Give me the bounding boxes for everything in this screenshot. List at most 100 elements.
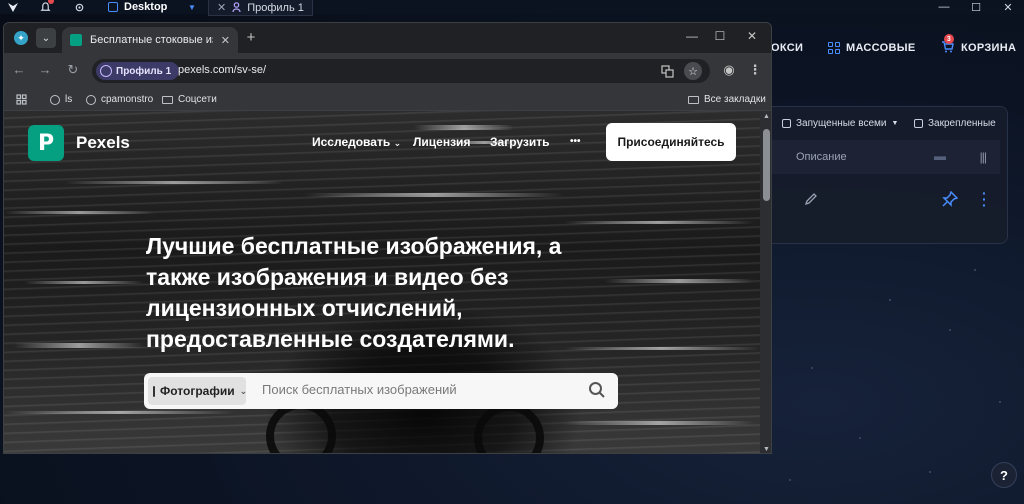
apps-grid-icon[interactable] bbox=[16, 94, 27, 105]
workspace-dropdown-icon[interactable]: ▼ bbox=[188, 0, 196, 14]
scrollbar-thumb[interactable] bbox=[763, 129, 770, 201]
filter-pinned-label: Закрепленные bbox=[928, 118, 996, 129]
decorative-streak bbox=[604, 279, 754, 283]
image-icon bbox=[153, 385, 155, 397]
pencil-icon[interactable] bbox=[804, 192, 818, 209]
decorative-streak bbox=[564, 421, 754, 425]
search-bar: Фотографии ⌄ bbox=[144, 373, 618, 409]
nav-license[interactable]: Лицензия bbox=[413, 135, 470, 149]
column-description-header: Описание bbox=[796, 151, 847, 163]
reload-button[interactable]: ↻ bbox=[64, 62, 82, 78]
globe-icon bbox=[50, 94, 60, 105]
cart-icon: 3 bbox=[941, 34, 955, 55]
all-bookmarks[interactable]: Все закладки bbox=[688, 94, 766, 105]
folder-icon bbox=[162, 95, 173, 104]
minimize-button[interactable]: — bbox=[928, 0, 960, 14]
desktop-icon bbox=[108, 2, 118, 12]
address-bar[interactable]: Профиль 1 pexels.com/sv-se/ ☆ bbox=[92, 59, 710, 83]
checkbox-icon[interactable] bbox=[782, 119, 791, 128]
forward-button[interactable]: → bbox=[36, 62, 54, 77]
workspace-label: Desktop bbox=[124, 1, 168, 13]
filter-pinned[interactable]: Закрепленные bbox=[914, 118, 996, 129]
nav-cart[interactable]: 3 КОРЗИНА bbox=[941, 34, 1017, 58]
kebab-icon[interactable]: · · · bbox=[982, 186, 987, 212]
bookmark-folder-social[interactable]: Соцсети bbox=[162, 94, 217, 105]
profile-window-tab[interactable]: ✕ Профиль 1 bbox=[208, 0, 313, 16]
account-icon[interactable]: ◉ bbox=[720, 62, 738, 78]
nav-bulk-label: МАССОВЫЕ bbox=[846, 42, 916, 54]
translate-icon[interactable] bbox=[658, 62, 676, 80]
hero-heading: Лучшие бесплатные изображения, а также и… bbox=[146, 233, 562, 352]
tab-title: Бесплатные стоковые изображения bbox=[90, 34, 213, 46]
checkbox-icon[interactable] bbox=[914, 119, 923, 128]
app-logo-icon[interactable] bbox=[6, 0, 20, 14]
notification-dot bbox=[48, 0, 54, 4]
url-text[interactable]: pexels.com/sv-se/ bbox=[178, 64, 266, 76]
tab-pexels[interactable]: Бесплатные стоковые изображения ✕ bbox=[62, 27, 238, 53]
browser-close-button[interactable]: ✕ bbox=[742, 29, 762, 43]
grid-icon bbox=[828, 42, 840, 54]
columns-icon[interactable]: ||| bbox=[980, 150, 987, 164]
star-icon[interactable]: ☆ bbox=[684, 62, 702, 80]
os-taskbar: Desktop ▼ ✕ Профиль 1 — ☐ ✕ bbox=[0, 0, 1024, 16]
workspace-switcher[interactable]: Desktop bbox=[108, 0, 167, 14]
folder-icon bbox=[688, 95, 699, 104]
search-icon[interactable] bbox=[588, 381, 606, 399]
browser-minimize-button[interactable]: — bbox=[682, 29, 702, 43]
table-header: Описание ▬ ||| bbox=[768, 140, 1000, 174]
bookmark-ls-label: ls bbox=[65, 94, 73, 105]
chevron-down-icon: ▼ bbox=[891, 120, 899, 127]
pexels-brand-name[interactable]: Pexels bbox=[76, 133, 130, 153]
nav-explore-label: Исследовать bbox=[312, 135, 391, 149]
join-button[interactable]: Присоединяйтесь bbox=[606, 123, 736, 161]
tab-search-button[interactable]: ⌄ bbox=[36, 28, 56, 48]
nav-cart-label: КОРЗИНА bbox=[961, 42, 1017, 54]
tab-close-icon[interactable]: ✕ bbox=[221, 34, 230, 47]
new-tab-button[interactable]: + bbox=[242, 29, 260, 46]
profile-tab-label: Профиль 1 bbox=[247, 1, 304, 14]
maximize-button[interactable]: ☐ bbox=[960, 0, 992, 14]
search-input[interactable] bbox=[262, 382, 582, 397]
page-scrollbar[interactable]: ▲ ▼ bbox=[760, 111, 771, 453]
decorative-streak bbox=[4, 411, 234, 414]
help-button[interactable]: ? bbox=[991, 462, 1017, 488]
scroll-up-icon[interactable]: ▲ bbox=[763, 113, 770, 120]
browser-menu-icon[interactable]: ⋮ bbox=[746, 62, 764, 78]
filter-running-all[interactable]: Запущенные всеми ▼ bbox=[782, 118, 898, 129]
search-type-select[interactable]: Фотографии ⌄ bbox=[148, 377, 248, 405]
more-menu-icon[interactable]: ••• bbox=[570, 136, 581, 147]
close-icon[interactable]: ✕ bbox=[217, 1, 226, 14]
browser-maximize-button[interactable]: ☐ bbox=[710, 29, 730, 43]
close-button[interactable]: ✕ bbox=[992, 0, 1024, 14]
browser-window: ✦ ⌄ Бесплатные стоковые изображения ✕ + … bbox=[3, 22, 772, 454]
gear-icon[interactable] bbox=[72, 0, 86, 14]
nav-upload[interactable]: Загрузить bbox=[490, 135, 549, 149]
decorative-streak bbox=[14, 343, 144, 348]
bookmark-ls[interactable]: ls bbox=[50, 94, 72, 105]
profile-chip[interactable]: Профиль 1 bbox=[96, 62, 180, 80]
search-type-label: Фотографии bbox=[160, 384, 235, 398]
back-button[interactable]: ← bbox=[10, 62, 28, 77]
nav-proxies[interactable]: ОКСИ bbox=[771, 38, 803, 58]
browser-toolbar: ← → ↻ Профиль 1 pexels.com/sv-se/ ☆ ◉ ⋮ bbox=[4, 53, 771, 89]
decorative-streak bbox=[64, 181, 284, 184]
decorative-streak bbox=[414, 125, 514, 130]
tab-strip: ✦ ⌄ Бесплатные стоковые изображения ✕ + … bbox=[4, 23, 771, 53]
sort-icon[interactable]: ▬ bbox=[934, 149, 946, 163]
chevron-down-icon: ⌄ bbox=[393, 138, 402, 148]
bookmarks-bar: ls cpamonstro Соцсети Все закладки bbox=[4, 89, 771, 111]
browser-logo-icon[interactable]: ✦ bbox=[14, 31, 28, 45]
bell-icon[interactable] bbox=[38, 0, 54, 14]
pexels-page: P Pexels Исследовать ⌄ Лицензия Загрузит… bbox=[4, 111, 760, 453]
bookmark-cpamonstro-label: cpamonstro bbox=[101, 94, 154, 105]
scroll-down-icon[interactable]: ▼ bbox=[763, 446, 770, 453]
chevron-down-icon: ⌄ bbox=[239, 385, 248, 396]
bookmark-cpamonstro[interactable]: cpamonstro bbox=[86, 94, 153, 105]
cart-count-badge: 3 bbox=[944, 34, 954, 44]
decorative-streak bbox=[564, 347, 760, 350]
pin-icon[interactable] bbox=[942, 190, 959, 210]
nav-explore[interactable]: Исследовать ⌄ bbox=[312, 135, 401, 149]
decorative-streak bbox=[564, 221, 754, 224]
pexels-logo[interactable]: P bbox=[28, 125, 64, 161]
nav-bulk[interactable]: МАССОВЫЕ bbox=[828, 38, 915, 58]
